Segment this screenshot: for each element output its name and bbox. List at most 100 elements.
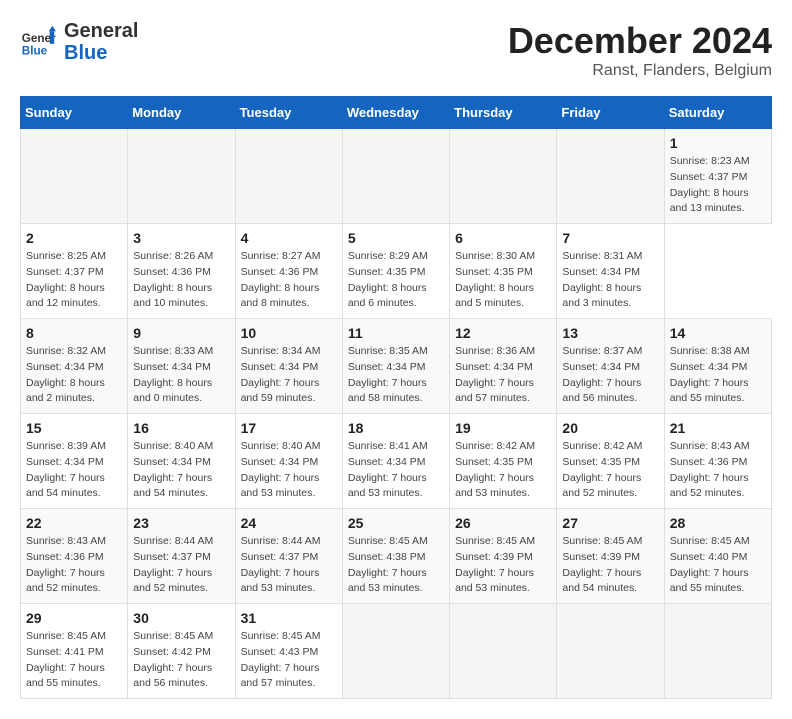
day-info: Sunrise: 8:38 AMSunset: 4:34 PMDaylight:… [670,344,766,407]
day-number: 2 [26,230,122,246]
day-number: 1 [670,135,766,151]
day-cell-22: 22 Sunrise: 8:43 AMSunset: 4:36 PMDayligh… [21,509,128,604]
day-info: Sunrise: 8:23 AMSunset: 4:37 PMDaylight:… [670,154,766,217]
day-cell-25: 25 Sunrise: 8:45 AMSunset: 4:38 PMDayligh… [342,509,449,604]
day-cell-23: 23 Sunrise: 8:44 AMSunset: 4:37 PMDayligh… [128,509,235,604]
day-info: Sunrise: 8:36 AMSunset: 4:34 PMDaylight:… [455,344,551,407]
header-wednesday: Wednesday [342,97,449,129]
logo: General Blue General Blue [20,20,138,64]
day-cell-9: 9 Sunrise: 8:33 AMSunset: 4:34 PMDaylight… [128,319,235,414]
day-cell-1: 1 Sunrise: 8:23 AMSunset: 4:37 PMDaylight… [664,129,771,224]
day-info: Sunrise: 8:45 AMSunset: 4:43 PMDaylight:… [241,629,337,692]
day-cell-11: 11 Sunrise: 8:35 AMSunset: 4:34 PMDayligh… [342,319,449,414]
empty-cell [235,129,342,224]
day-number: 21 [670,420,766,436]
day-cell-30: 30Sunrise: 8:45 AMSunset: 4:42 PMDayligh… [128,604,235,699]
day-info: Sunrise: 8:45 AMSunset: 4:41 PMDaylight:… [26,629,122,692]
day-cell-19: 19Sunrise: 8:42 AMSunset: 4:35 PMDayligh… [450,414,557,509]
day-info: Sunrise: 8:27 AMSunset: 4:36 PMDaylight:… [241,249,337,312]
day-cell-4: 4 Sunrise: 8:27 AMSunset: 4:36 PMDaylight… [235,224,342,319]
day-number: 10 [241,325,337,341]
calendar-table: SundayMondayTuesdayWednesdayThursdayFrid… [20,96,772,699]
day-info: Sunrise: 8:45 AMSunset: 4:39 PMDaylight:… [455,534,551,597]
month-title: December 2024 [508,20,772,62]
week-row-1: 1 Sunrise: 8:23 AMSunset: 4:37 PMDaylight… [21,129,772,224]
day-cell-18: 18Sunrise: 8:41 AMSunset: 4:34 PMDayligh… [342,414,449,509]
day-info: Sunrise: 8:32 AMSunset: 4:34 PMDaylight:… [26,344,122,407]
day-number: 6 [455,230,551,246]
logo-icon: General Blue [20,24,56,60]
day-info: Sunrise: 8:40 AMSunset: 4:34 PMDaylight:… [241,439,337,502]
location-title: Ranst, Flanders, Belgium [508,62,772,80]
day-info: Sunrise: 8:44 AMSunset: 4:37 PMDaylight:… [133,534,229,597]
empty-cell [342,604,449,699]
day-number: 27 [562,515,658,531]
page-header: General Blue General Blue December 2024 … [20,20,772,80]
header-saturday: Saturday [664,97,771,129]
week-row-6: 29 Sunrise: 8:45 AMSunset: 4:41 PMDayligh… [21,604,772,699]
day-cell-17: 17 Sunrise: 8:40 AMSunset: 4:34 PMDayligh… [235,414,342,509]
day-cell-15: 15 Sunrise: 8:39 AMSunset: 4:34 PMDayligh… [21,414,128,509]
day-number: 19 [455,420,551,436]
day-cell-8: 8Sunrise: 8:32 AMSunset: 4:34 PMDaylight… [21,319,128,414]
week-row-5: 22 Sunrise: 8:43 AMSunset: 4:36 PMDayligh… [21,509,772,604]
day-number: 29 [26,610,122,626]
day-info: Sunrise: 8:33 AMSunset: 4:34 PMDaylight:… [133,344,229,407]
day-cell-13: 13Sunrise: 8:37 AMSunset: 4:34 PMDayligh… [557,319,664,414]
day-number: 30 [133,610,229,626]
day-number: 20 [562,420,658,436]
day-info: Sunrise: 8:30 AMSunset: 4:35 PMDaylight:… [455,249,551,312]
day-info: Sunrise: 8:34 AMSunset: 4:34 PMDaylight:… [241,344,337,407]
day-cell-5: 5Sunrise: 8:29 AMSunset: 4:35 PMDaylight… [342,224,449,319]
day-info: Sunrise: 8:42 AMSunset: 4:35 PMDaylight:… [562,439,658,502]
day-cell-21: 21 Sunrise: 8:43 AMSunset: 4:36 PMDayligh… [664,414,771,509]
empty-cell [128,129,235,224]
day-info: Sunrise: 8:45 AMSunset: 4:38 PMDaylight:… [348,534,444,597]
empty-cell [450,129,557,224]
day-number: 25 [348,515,444,531]
logo-general-text: General [64,20,138,42]
day-cell-31: 31 Sunrise: 8:45 AMSunset: 4:43 PMDayligh… [235,604,342,699]
day-info: Sunrise: 8:43 AMSunset: 4:36 PMDaylight:… [670,439,766,502]
header-sunday: Sunday [21,97,128,129]
day-number: 17 [241,420,337,436]
day-number: 12 [455,325,551,341]
week-row-4: 15 Sunrise: 8:39 AMSunset: 4:34 PMDayligh… [21,414,772,509]
day-number: 23 [133,515,229,531]
svg-text:Blue: Blue [22,45,48,58]
day-number: 3 [133,230,229,246]
day-cell-16: 16Sunrise: 8:40 AMSunset: 4:34 PMDayligh… [128,414,235,509]
day-number: 4 [241,230,337,246]
empty-cell [664,604,771,699]
day-number: 31 [241,610,337,626]
day-cell-3: 3 Sunrise: 8:26 AMSunset: 4:36 PMDaylight… [128,224,235,319]
day-number: 24 [241,515,337,531]
calendar-header-row: SundayMondayTuesdayWednesdayThursdayFrid… [21,97,772,129]
day-cell-26: 26Sunrise: 8:45 AMSunset: 4:39 PMDayligh… [450,509,557,604]
header-friday: Friday [557,97,664,129]
day-cell-12: 12 Sunrise: 8:36 AMSunset: 4:34 PMDayligh… [450,319,557,414]
day-cell-24: 24Sunrise: 8:44 AMSunset: 4:37 PMDayligh… [235,509,342,604]
logo-blue-text: Blue [64,42,138,64]
day-number: 11 [348,325,444,341]
day-info: Sunrise: 8:43 AMSunset: 4:36 PMDaylight:… [26,534,122,597]
day-info: Sunrise: 8:45 AMSunset: 4:39 PMDaylight:… [562,534,658,597]
day-info: Sunrise: 8:31 AMSunset: 4:34 PMDaylight:… [562,249,658,312]
day-cell-10: 10 Sunrise: 8:34 AMSunset: 4:34 PMDayligh… [235,319,342,414]
header-tuesday: Tuesday [235,97,342,129]
day-cell-20: 20 Sunrise: 8:42 AMSunset: 4:35 PMDayligh… [557,414,664,509]
day-number: 15 [26,420,122,436]
day-cell-29: 29 Sunrise: 8:45 AMSunset: 4:41 PMDayligh… [21,604,128,699]
day-info: Sunrise: 8:37 AMSunset: 4:34 PMDaylight:… [562,344,658,407]
day-number: 22 [26,515,122,531]
empty-cell [342,129,449,224]
header-monday: Monday [128,97,235,129]
day-number: 9 [133,325,229,341]
day-info: Sunrise: 8:26 AMSunset: 4:36 PMDaylight:… [133,249,229,312]
week-row-3: 8Sunrise: 8:32 AMSunset: 4:34 PMDaylight… [21,319,772,414]
day-info: Sunrise: 8:39 AMSunset: 4:34 PMDaylight:… [26,439,122,502]
day-info: Sunrise: 8:35 AMSunset: 4:34 PMDaylight:… [348,344,444,407]
day-number: 5 [348,230,444,246]
title-area: December 2024 Ranst, Flanders, Belgium [508,20,772,80]
day-cell-6: 6 Sunrise: 8:30 AMSunset: 4:35 PMDaylight… [450,224,557,319]
